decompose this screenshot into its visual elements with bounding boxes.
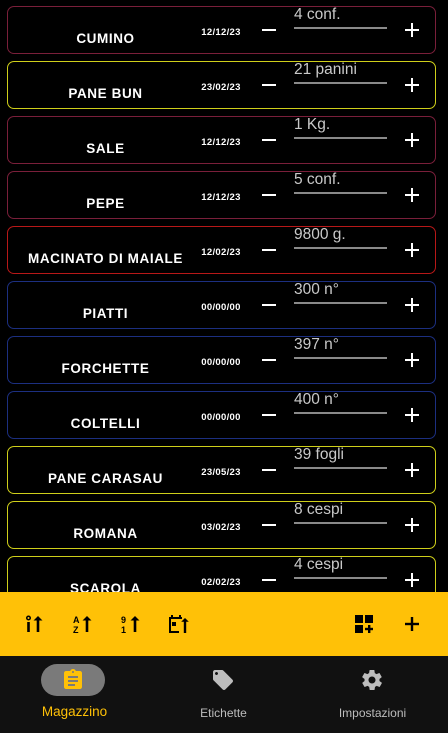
inventory-item[interactable]: FORCHETTE 00/00/00 397 n° [7,336,436,384]
clipboard-icon [61,668,85,692]
item-name: PIATTI [82,306,129,321]
add-category-icon[interactable] [352,612,376,636]
quantity-field[interactable]: 9800 g. [294,226,388,244]
quantity-underline [294,467,387,469]
increment-button[interactable] [401,239,423,261]
item-date: 23/05/23 [201,467,241,478]
item-name: PEPE [86,196,125,211]
item-name: SCAROLA [70,581,141,592]
inventory-item[interactable]: PIATTI 00/00/00 300 n° [7,281,436,329]
decrement-button[interactable] [258,404,280,426]
quantity-underline [294,192,387,194]
quantity-underline [294,302,387,304]
item-date: 00/00/00 [201,412,241,423]
increment-button[interactable] [401,514,423,536]
quantity-underline [294,82,387,84]
item-name: FORCHETTE [61,361,150,376]
decrement-button[interactable] [258,294,280,316]
inventory-item[interactable]: PEPE 12/12/23 5 conf. [7,171,436,219]
quantity-underline [294,577,387,579]
quantity-field[interactable]: 39 fogli [294,446,388,464]
item-date: 02/02/23 [201,577,241,588]
quantity-field[interactable]: 300 n° [294,281,388,299]
nav-label-impostazioni: Impostazioni [338,706,407,720]
item-date: 12/02/23 [201,247,241,258]
nav-item-magazzino[interactable]: Magazzino [0,656,149,733]
inventory-item[interactable]: COLTELLI 00/00/00 400 n° [7,391,436,439]
nav-item-etichette[interactable]: Etichette [149,656,298,733]
svg-text:A: A [73,615,80,625]
bottom-navigation: Magazzino Etichette Impostazioni [0,656,448,733]
quantity-field[interactable]: 400 n° [294,391,388,409]
increment-button[interactable] [401,569,423,591]
increment-button[interactable] [401,459,423,481]
quantity-underline [294,137,387,139]
decrement-button[interactable] [258,74,280,96]
tag-icon [211,668,235,692]
nav-item-impostazioni[interactable]: Impostazioni [298,656,447,733]
nav-label-etichette: Etichette [200,706,247,720]
svg-text:1: 1 [121,625,126,635]
quantity-field[interactable]: 1 Kg. [294,116,388,134]
item-name: CUMINO [76,31,135,46]
sort-numeric-icon[interactable]: 91 [119,612,143,636]
decrement-button[interactable] [258,184,280,206]
inventory-item[interactable]: MACINATO DI MAIALE 12/02/23 9800 g. [7,226,436,274]
item-name: MACINATO DI MAIALE [27,251,184,266]
inventory-item[interactable]: CUMINO 12/12/23 4 conf. [7,6,436,54]
add-icon[interactable] [400,612,424,636]
item-date: 00/00/00 [201,357,241,368]
item-date: 12/12/23 [201,27,241,38]
decrement-button[interactable] [258,239,280,261]
sort-alpha-icon[interactable]: AZ [71,612,95,636]
item-name: PANE CARASAU [48,471,163,486]
inventory-item[interactable]: SALE 12/12/23 1 Kg. [7,116,436,164]
item-name: COLTELLI [70,416,141,431]
quantity-field[interactable]: 5 conf. [294,171,388,189]
item-date: 00/00/00 [201,302,241,313]
nav-label-magazzino: Magazzino [41,704,108,719]
inventory-item[interactable]: PANE BUN 23/02/23 21 panini [7,61,436,109]
svg-text:9: 9 [121,615,126,625]
quantity-underline [294,522,387,524]
item-name: PANE BUN [68,86,143,101]
increment-button[interactable] [401,19,423,41]
quantity-field[interactable]: 8 cespi [294,501,388,519]
decrement-button[interactable] [258,459,280,481]
increment-button[interactable] [401,349,423,371]
item-date: 12/12/23 [201,192,241,203]
item-date: 03/02/23 [201,522,241,533]
decrement-button[interactable] [258,514,280,536]
inventory-item[interactable]: PANE CARASAU 23/05/23 39 fogli [7,446,436,494]
inventory-list[interactable]: CUMINO 12/12/23 4 conf. PANE BUN 23/02/23 21 … [0,0,448,592]
increment-button[interactable] [401,129,423,151]
quantity-field[interactable]: 397 n° [294,336,388,354]
quantity-field[interactable]: 21 panini [294,61,388,79]
increment-button[interactable] [401,74,423,96]
sort-date-icon[interactable] [166,612,190,636]
increment-button[interactable] [401,404,423,426]
item-name: SALE [86,141,125,156]
inventory-item[interactable]: SCAROLA 02/02/23 4 cespi [7,556,436,592]
quantity-underline [294,27,387,29]
gear-icon [360,668,384,692]
item-date: 12/12/23 [201,137,241,148]
item-name: ROMANA [73,526,138,541]
quantity-underline [294,357,387,359]
quantity-underline [294,247,387,249]
svg-text:Z: Z [73,625,79,635]
quantity-underline [294,412,387,414]
decrement-button[interactable] [258,349,280,371]
decrement-button[interactable] [258,569,280,591]
item-date: 23/02/23 [201,82,241,93]
bottom-toolbar: AZ 91 [0,592,448,656]
inventory-item[interactable]: ROMANA 03/02/23 8 cespi [7,501,436,549]
quantity-field[interactable]: 4 conf. [294,6,388,24]
decrement-button[interactable] [258,19,280,41]
sort-icon[interactable] [22,612,46,636]
quantity-field[interactable]: 4 cespi [294,556,388,574]
increment-button[interactable] [401,294,423,316]
decrement-button[interactable] [258,129,280,151]
increment-button[interactable] [401,184,423,206]
